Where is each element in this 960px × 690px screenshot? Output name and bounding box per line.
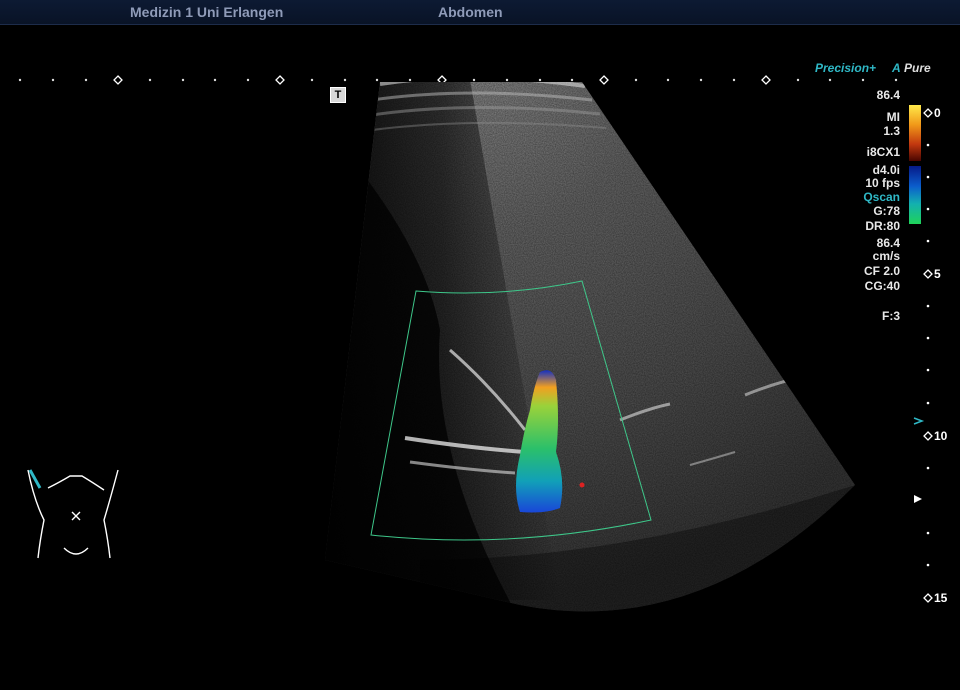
focus-label: F:3 — [882, 309, 900, 323]
mi-value: 1.3 — [883, 124, 900, 138]
dynamic-range-label: DR:80 — [865, 219, 900, 233]
velocity-unit: cm/s — [872, 249, 900, 263]
ultrasound-image — [18, 75, 933, 612]
velocity-top: 86.4 — [876, 88, 900, 102]
qscan-label: Qscan — [863, 190, 900, 204]
depth-marker-icon — [914, 495, 922, 503]
depth-label-0: 0 — [934, 106, 941, 120]
pure-mark: A — [892, 61, 901, 75]
color-gain: CG:40 — [864, 279, 900, 293]
focus-marker-icon — [913, 417, 925, 425]
mi-label: MI — [886, 110, 900, 124]
color-frequency: CF 2.0 — [863, 264, 900, 278]
ultrasound-sector — [325, 82, 855, 612]
depth-label-5: 5 — [934, 267, 941, 281]
body-marker-icon — [27, 469, 119, 559]
color-scale-negative — [909, 166, 921, 224]
pure-label: Pure — [904, 61, 931, 75]
frame-rate: 10 fps — [865, 176, 900, 190]
gain-label: G:78 — [873, 204, 900, 218]
depth-label-15: 15 — [934, 591, 948, 605]
transducer-marker-icon: T — [330, 87, 346, 103]
precision-label: Precision+ — [815, 61, 877, 75]
depth-scale — [923, 108, 933, 603]
probe-label: i8CX1 — [866, 145, 900, 159]
color-scale-positive — [909, 105, 921, 161]
depth-label-10: 10 — [934, 429, 948, 443]
